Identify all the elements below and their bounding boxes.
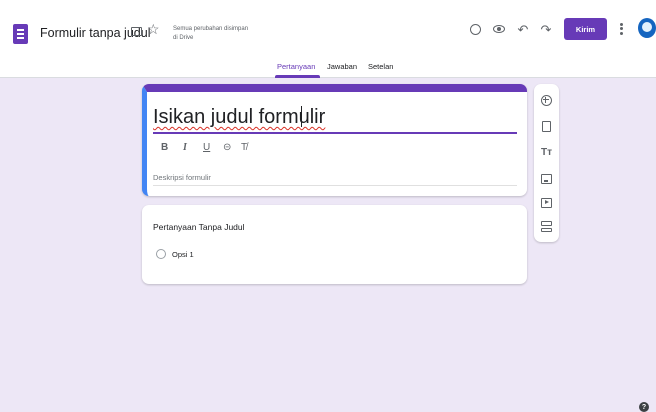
add-section-icon[interactable] [540,220,553,233]
side-toolbar: Tт [534,84,559,242]
save-status-line2: di Drive [173,34,194,41]
help-icon[interactable]: ? [639,402,649,412]
save-status-line1: Semua perubahan disimpan [173,26,249,32]
underline-icon[interactable]: U [203,143,210,153]
question-title[interactable]: Pertanyaan Tanpa Judul [153,222,245,232]
folder-icon[interactable] [131,27,142,36]
description-underline [153,185,517,186]
undo-icon[interactable]: ↶ [515,21,531,37]
more-vert-icon[interactable] [620,21,624,37]
add-image-icon[interactable] [540,172,553,185]
italic-icon[interactable]: I [183,143,187,153]
tab-responses[interactable]: Jawaban [327,62,357,71]
add-video-icon[interactable] [540,196,553,209]
form-description-input[interactable]: Deskripsi formulir [153,173,211,182]
avatar[interactable] [638,18,656,38]
active-tab-indicator [275,75,320,78]
clear-format-icon[interactable]: T̸ [241,143,247,153]
save-status: Semua perubahan disimpan di Drive [173,25,248,42]
redo-icon[interactable]: ↷ [538,21,554,37]
bold-icon[interactable]: B [161,143,168,153]
tab-questions[interactable]: Pertanyaan [277,62,315,71]
send-button[interactable]: Kirim [564,18,607,40]
question-card[interactable]: Pertanyaan Tanpa Judul Opsi 1 [142,205,527,284]
add-title-icon[interactable]: Tт [540,146,553,159]
top-header: Formulir tanpa judul ☆ Semua perubahan d… [0,0,656,78]
title-underline [153,132,517,134]
text-cursor [301,106,302,127]
star-icon[interactable]: ☆ [147,22,160,36]
radio-option-1[interactable] [156,249,166,259]
option-label[interactable]: Opsi 1 [172,250,194,259]
forms-logo-icon[interactable] [13,24,28,44]
top-strip [0,0,656,8]
form-title-input[interactable]: Isikan judul formulir [153,106,325,129]
import-question-icon[interactable] [540,120,553,133]
tab-settings[interactable]: Setelan [368,62,393,71]
eye-icon[interactable] [491,21,507,37]
add-question-icon[interactable] [540,94,553,107]
link-icon[interactable]: ⊝ [223,143,231,153]
form-title-card[interactable]: Isikan judul formulir B I U ⊝ T̸ Deskrip… [142,84,527,196]
palette-icon[interactable] [467,21,483,37]
